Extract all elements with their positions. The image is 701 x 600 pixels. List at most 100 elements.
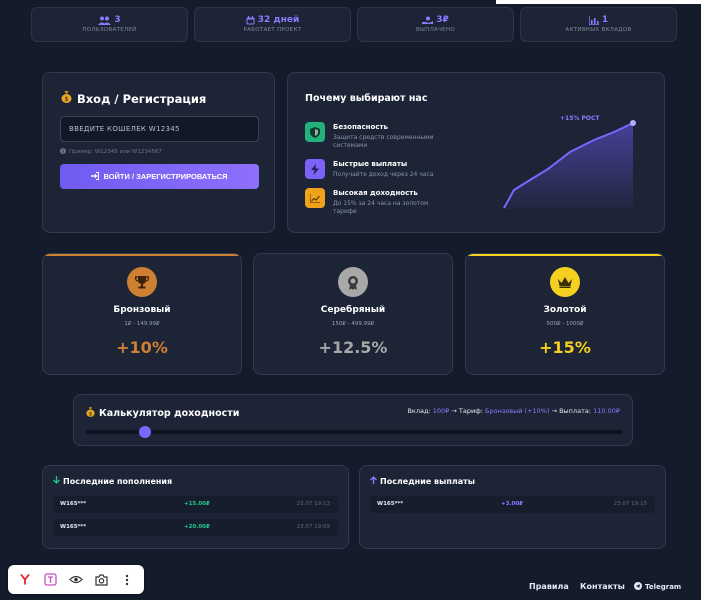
stat-days-value: 32 дней: [257, 15, 300, 25]
amount-slider-handle[interactable]: [138, 426, 151, 438]
footer-telegram-link[interactable]: Telegram: [634, 582, 681, 592]
calculator-title: $ Калькулятор доходности: [86, 407, 239, 420]
login-button-label: ВОЙТИ / ЗАРЕГИСТРИРОВАТЬСЯ: [103, 172, 228, 181]
stat-days-label: РАБОТАЕТ ПРОЕКТ: [243, 27, 302, 33]
feature-yield-desc: До 15% за 24 часа на золотом тарифе: [333, 200, 429, 215]
recent-withdrawals-title-text: Последние выплаты: [380, 476, 475, 486]
withdrawal-amount: +3.00₽: [501, 501, 524, 507]
feature-fast-payouts: Быстрые выплаты Получайте доход через 24…: [305, 159, 453, 179]
stat-paid-value: 3₽: [436, 15, 449, 25]
deposit-date: 23.07 19:13: [296, 501, 330, 507]
crown-icon: [550, 267, 580, 297]
telegram-icon: [634, 582, 642, 592]
arrow-up-icon: [370, 476, 377, 486]
calculator-title-text: Калькулятор доходности: [99, 408, 240, 419]
tariff-value: Бронзовый (+10%): [485, 407, 550, 415]
growth-chart-endpoint: [630, 120, 636, 126]
recent-deposits-title-text: Последние пополнения: [63, 476, 173, 486]
svg-text:$: $: [89, 411, 93, 417]
tier-bronze-accent: [43, 254, 241, 256]
chart-line-icon: [305, 188, 325, 208]
stat-users-label: ПОЛЬЗОВАТЕЛЕЙ: [82, 27, 137, 33]
feature-high-yield: Высокая доходность До 15% за 24 часа на …: [305, 188, 453, 216]
feature-security-title: Безопасность: [333, 123, 388, 131]
footer-telegram-label: Telegram: [645, 583, 682, 591]
trophy-icon: [127, 267, 157, 297]
tier-gold[interactable]: Золотой 500₽ - 1000₽ +15%: [465, 253, 665, 375]
stat-paid-label: ВЫПЛАЧЕНО: [415, 27, 456, 33]
tier-silver[interactable]: Серебряный 150₽ - 499.99₽ +12.5%: [253, 253, 453, 375]
eye-icon[interactable]: [67, 571, 85, 589]
growth-chart-label: +15% РОСТ: [560, 115, 600, 122]
tier-silver-percent: +12.5%: [318, 338, 388, 357]
tier-silver-name: Серебряный: [320, 305, 386, 315]
tier-bronze-range: 1₽ - 149.99₽: [124, 321, 160, 327]
login-title: $ Вход / Регистрация: [61, 91, 206, 106]
deposit-wallet: W165***: [60, 501, 87, 507]
list-item: W165*** +20.00₽ 23.07 19:09: [53, 519, 338, 536]
users-icon: [98, 16, 112, 25]
feature-security: Безопасность Защита средств современными…: [305, 122, 453, 150]
bolt-icon: [305, 159, 325, 179]
tier-bronze-name: Бронзовый: [113, 305, 171, 315]
deposit-wallet: W165***: [60, 524, 87, 530]
arrow-down-icon: [53, 476, 60, 486]
browser-toolbar: [8, 565, 144, 594]
stats-bar: 3 ПОЛЬЗОВАТЕЛЕЙ 32 дней РАБОТАЕТ ПРОЕКТ …: [0, 0, 701, 50]
sign-in-icon: [91, 171, 100, 182]
withdrawal-date: 23.07 19:15: [613, 501, 647, 507]
chart-icon: [588, 15, 599, 25]
stat-users-value: 3: [114, 15, 121, 25]
stat-deposits: 1 АКТИВНЫХ ВКЛАДОВ: [520, 7, 677, 42]
translate-icon[interactable]: [41, 571, 59, 589]
tier-gold-percent: +15%: [539, 338, 591, 357]
recent-withdrawals-title: Последние выплаты: [370, 476, 475, 486]
feature-yield-title: Высокая доходность: [333, 189, 418, 197]
tier-bronze-percent: +10%: [116, 338, 168, 357]
calculator-card: $ Калькулятор доходности Вклад: 100₽ → Т…: [73, 394, 633, 446]
yandex-logo-icon[interactable]: [16, 571, 34, 589]
payout-label: → Выплата:: [551, 407, 592, 415]
login-card: $ Вход / Регистрация Пример: W12345 или …: [42, 72, 275, 233]
stat-days: 32 дней РАБОТАЕТ ПРОЕКТ: [194, 7, 351, 42]
more-menu-icon[interactable]: [118, 571, 136, 589]
login-title-text: Вход / Регистрация: [77, 91, 207, 106]
money-bag-icon: $: [61, 91, 72, 106]
list-item: W165*** +15.00₽ 23.07 19:13: [53, 496, 338, 513]
wallet-input[interactable]: [60, 116, 259, 142]
recent-withdrawals-card: Последние выплаты W165*** +3.00₽ 23.07 1…: [359, 465, 666, 549]
calculator-summary: Вклад: 100₽ → Тариф: Бронзовый (+10%) → …: [407, 407, 620, 415]
deposit-date: 23.07 19:09: [296, 524, 330, 530]
medal-icon: [338, 267, 368, 297]
payout-value: 110.00₽: [593, 407, 620, 415]
info-icon: [60, 148, 66, 156]
feature-fast-title: Быстрые выплаты: [333, 160, 408, 168]
footer-rules-link[interactable]: Правила: [529, 582, 569, 591]
withdrawal-wallet: W165***: [377, 501, 404, 507]
deposit-value: 100₽: [432, 407, 450, 415]
footer-contacts-link[interactable]: Контакты: [580, 582, 625, 591]
feature-security-desc: Защита средств современными системами: [333, 134, 434, 149]
money-bag-icon: $: [86, 407, 95, 420]
tier-gold-accent: [466, 254, 664, 256]
tier-silver-range: 150₽ - 499.99₽: [331, 321, 375, 327]
stat-deposits-label: АКТИВНЫХ ВКЛАДОВ: [565, 27, 632, 33]
hand-coin-icon: [422, 16, 434, 25]
calendar-icon: [246, 15, 255, 25]
tier-gold-range: 500₽ - 1000₽: [546, 321, 584, 327]
recent-deposits-card: Последние пополнения W165*** +15.00₽ 23.…: [42, 465, 349, 549]
login-hint-text: Пример: W12345 или W1234567: [69, 149, 162, 155]
login-button[interactable]: ВОЙТИ / ЗАРЕГИСТРИРОВАТЬСЯ: [60, 164, 259, 189]
stat-paid: 3₽ ВЫПЛАЧЕНО: [357, 7, 514, 42]
shield-icon: [305, 122, 325, 142]
svg-text:$: $: [64, 96, 68, 103]
why-title: Почему выбирают нас: [305, 93, 428, 104]
feature-fast-desc: Получайте доход через 24 часа: [333, 171, 434, 178]
camera-search-icon[interactable]: [93, 571, 111, 589]
amount-slider-track[interactable]: [86, 430, 622, 434]
tier-bronze[interactable]: Бронзовый 1₽ - 149.99₽ +10%: [42, 253, 242, 375]
deposit-amount: +15.00₽: [184, 501, 210, 507]
why-card: Почему выбирают нас Безопасность Защита …: [287, 72, 665, 233]
stat-deposits-value: 1: [601, 15, 609, 25]
deposit-label: Вклад:: [407, 407, 431, 415]
